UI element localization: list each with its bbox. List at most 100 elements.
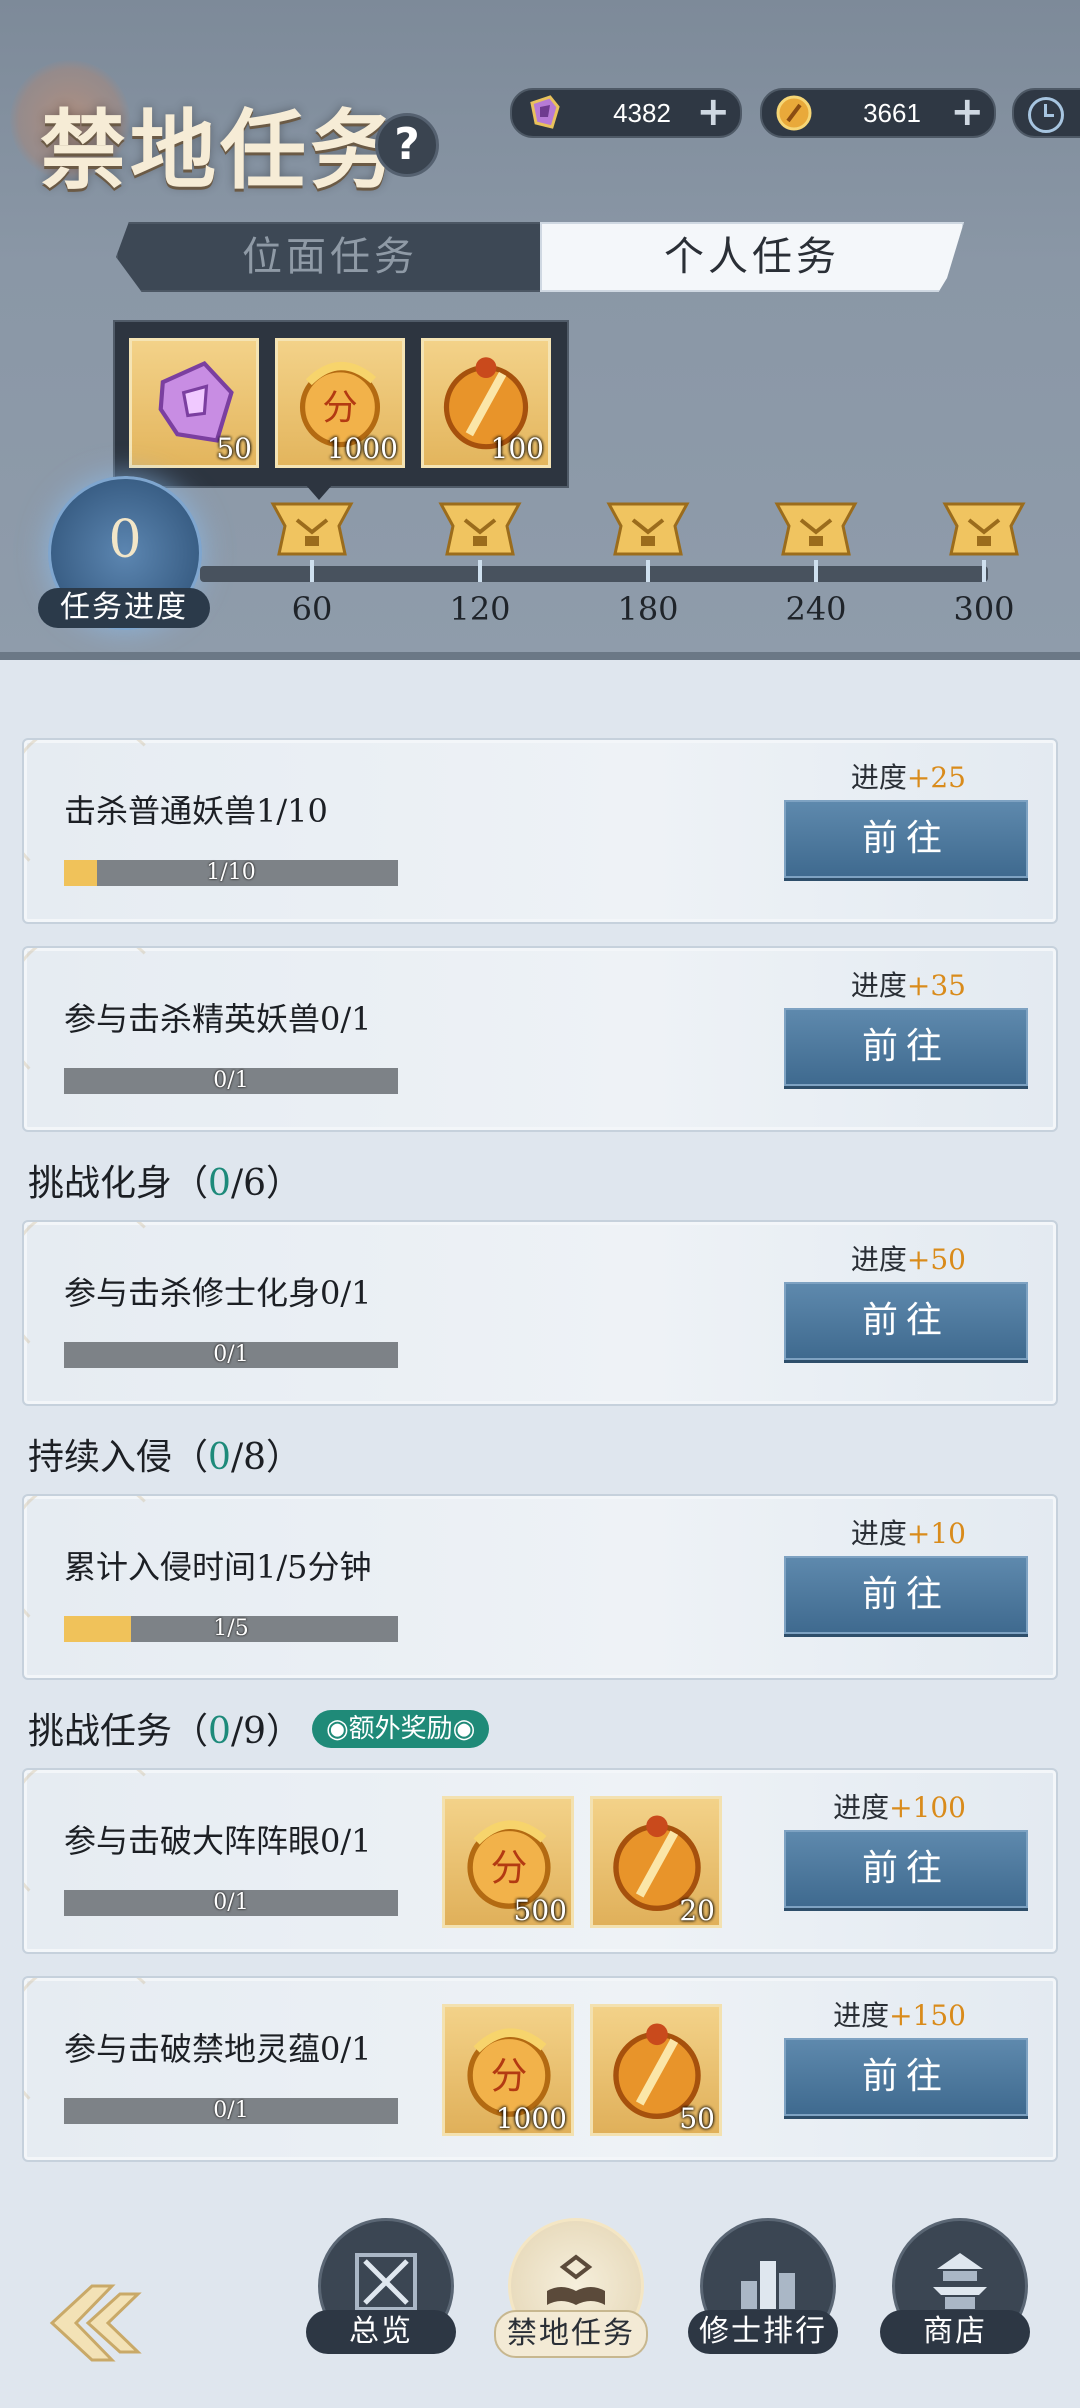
section-total: /6 xyxy=(230,1163,266,1204)
progress-text: 0/1 xyxy=(213,1890,249,1915)
reward-qty: 500 xyxy=(513,1894,567,1927)
reward-item-dragon-coin[interactable]: 分 1000 xyxy=(275,338,405,468)
reward-chest-icon[interactable] xyxy=(435,496,525,560)
task-tabs: 位面任务 个人任务 xyxy=(116,222,966,292)
section-bracket: ） xyxy=(265,1711,302,1752)
go-button[interactable]: 前往 xyxy=(784,2038,1028,2116)
progress-gain: 进度+35 xyxy=(851,964,966,1004)
section-name: 挑战任务 xyxy=(28,1711,173,1752)
task-title: 参与击杀精英妖兽0/1 xyxy=(64,1000,372,1038)
gain-label: 进度 xyxy=(850,1243,907,1276)
milestone-marker xyxy=(814,560,818,582)
go-button[interactable]: 前往 xyxy=(784,1830,1028,1908)
section-header-challenge-avatar: 挑战化身（0/6） xyxy=(28,1154,302,1206)
section-name: 持续入侵 xyxy=(28,1437,173,1478)
gain-label: 进度 xyxy=(833,1791,890,1824)
reward-popup: 50 分 1000 100 xyxy=(113,320,569,500)
progress-text: 0/1 xyxy=(213,1068,249,1093)
back-arrow-icon[interactable] xyxy=(42,2278,152,2368)
progress-text: 0/1 xyxy=(213,2098,249,2123)
reward-qty: 100 xyxy=(490,432,544,465)
progress-gain: 进度+150 xyxy=(833,1994,966,2034)
add-coin-button[interactable]: + xyxy=(950,90,984,134)
progress-gain: 进度+100 xyxy=(833,1786,966,1826)
svg-text:分: 分 xyxy=(491,2054,528,2097)
reward-item-crystal[interactable]: 50 xyxy=(129,338,259,468)
add-gem-button[interactable]: + xyxy=(696,90,730,134)
go-button[interactable]: 前往 xyxy=(784,1556,1028,1634)
progress-label: 任务进度 xyxy=(38,588,210,628)
progress-gain: 进度+10 xyxy=(851,1512,966,1552)
go-button[interactable]: 前往 xyxy=(784,1282,1028,1360)
gain-value: +25 xyxy=(906,761,966,794)
gain-value: +50 xyxy=(906,1243,966,1276)
section-total: /8 xyxy=(230,1437,266,1478)
go-button[interactable]: 前往 xyxy=(784,1008,1028,1086)
progress-text: 0/1 xyxy=(213,1342,249,1367)
task-title: 累计入侵时间1/5分钟 xyxy=(64,1548,372,1586)
task-progress-bar: 1/5 xyxy=(64,1616,398,1642)
gain-value: +35 xyxy=(906,969,966,1002)
task-reward-item[interactable]: 分 1000 xyxy=(442,2004,574,2136)
task-title: 参与击破禁地灵蕴0/1 xyxy=(64,2030,372,2068)
progress-text: 1/10 xyxy=(206,860,256,885)
task-card: 参与击杀修士化身0/1 0/1 进度+50 前往 xyxy=(22,1220,1058,1406)
gem-count: 4382 xyxy=(613,98,671,128)
task-card: 击杀普通妖兽1/10 1/10 进度+25 前往 xyxy=(22,738,1058,924)
crossed-swords-icon xyxy=(355,2253,417,2311)
milestone-marker xyxy=(646,560,650,582)
purple-gem-icon xyxy=(530,95,560,129)
nav-overview-label[interactable]: 总览 xyxy=(306,2310,456,2354)
task-card: 参与击破禁地灵蕴0/1 0/1 分 1000 50 进度+150 前往 xyxy=(22,1976,1058,2162)
nav-ranking-label[interactable]: 修士排行 xyxy=(688,2310,838,2354)
task-progress-bar: 0/1 xyxy=(64,1068,398,1094)
gain-label: 进度 xyxy=(850,761,907,794)
reward-chest-icon[interactable] xyxy=(939,496,1029,560)
reward-qty: 50 xyxy=(679,2102,715,2135)
help-button[interactable]: ? xyxy=(375,113,439,177)
progress-text: 1/5 xyxy=(213,1616,249,1641)
gain-label: 进度 xyxy=(850,1517,907,1550)
section-bracket: （ xyxy=(172,1163,209,1204)
reward-qty: 50 xyxy=(216,432,252,465)
clock-button[interactable] xyxy=(1012,88,1080,138)
milestone-marker xyxy=(478,560,482,582)
header-area: 禁地任务 ? 4382 + 3661 + 位面任务 个人任务 50 分 1000… xyxy=(0,0,1080,660)
section-bracket: ） xyxy=(265,1437,302,1478)
pagoda-icon xyxy=(933,2253,987,2309)
clock-hand xyxy=(1044,114,1054,117)
book-icon xyxy=(547,2254,605,2305)
gain-value: +100 xyxy=(889,1791,966,1824)
currency-gem[interactable]: 4382 + xyxy=(510,88,742,138)
milestone-label: 180 xyxy=(617,590,679,628)
task-reward-item[interactable]: 20 xyxy=(590,1796,722,1928)
progress-track xyxy=(200,566,988,582)
currency-coin[interactable]: 3661 + xyxy=(760,88,996,138)
reward-chest-icon[interactable] xyxy=(771,496,861,560)
divider xyxy=(0,652,1080,660)
tab-personal-tasks[interactable]: 个人任务 xyxy=(540,222,964,292)
task-progress-bar: 0/1 xyxy=(64,1342,398,1368)
extra-reward-badge[interactable]: ◉额外奖励◉ xyxy=(312,1710,490,1748)
section-header-continuous-invasion: 持续入侵（0/8） xyxy=(28,1428,302,1480)
task-title: 参与击破大阵阵眼0/1 xyxy=(64,1822,372,1860)
gain-value: +150 xyxy=(889,1999,966,2032)
section-bracket: ） xyxy=(265,1163,302,1204)
reward-qty: 1000 xyxy=(495,2102,567,2135)
tab-plane-tasks[interactable]: 位面任务 xyxy=(116,222,544,292)
task-reward-item[interactable]: 分 500 xyxy=(442,1796,574,1928)
ranking-icon xyxy=(741,2261,795,2309)
task-card: 参与击杀精英妖兽0/1 0/1 进度+35 前往 xyxy=(22,946,1058,1132)
task-progress-bar: 1/10 xyxy=(64,860,398,886)
reward-item-sword-coin[interactable]: 100 xyxy=(421,338,551,468)
nav-shop-label[interactable]: 商店 xyxy=(880,2310,1030,2354)
reward-chest-icon[interactable] xyxy=(267,496,357,560)
go-button[interactable]: 前往 xyxy=(784,800,1028,878)
task-reward-item[interactable]: 50 xyxy=(590,2004,722,2136)
gain-label: 进度 xyxy=(833,1999,890,2032)
nav-forbidden-tasks-label[interactable]: 禁地任务 xyxy=(494,2310,648,2358)
reward-qty: 20 xyxy=(679,1894,715,1927)
milestone-marker xyxy=(982,560,986,582)
task-title: 参与击杀修士化身0/1 xyxy=(64,1274,372,1312)
reward-chest-icon[interactable] xyxy=(603,496,693,560)
